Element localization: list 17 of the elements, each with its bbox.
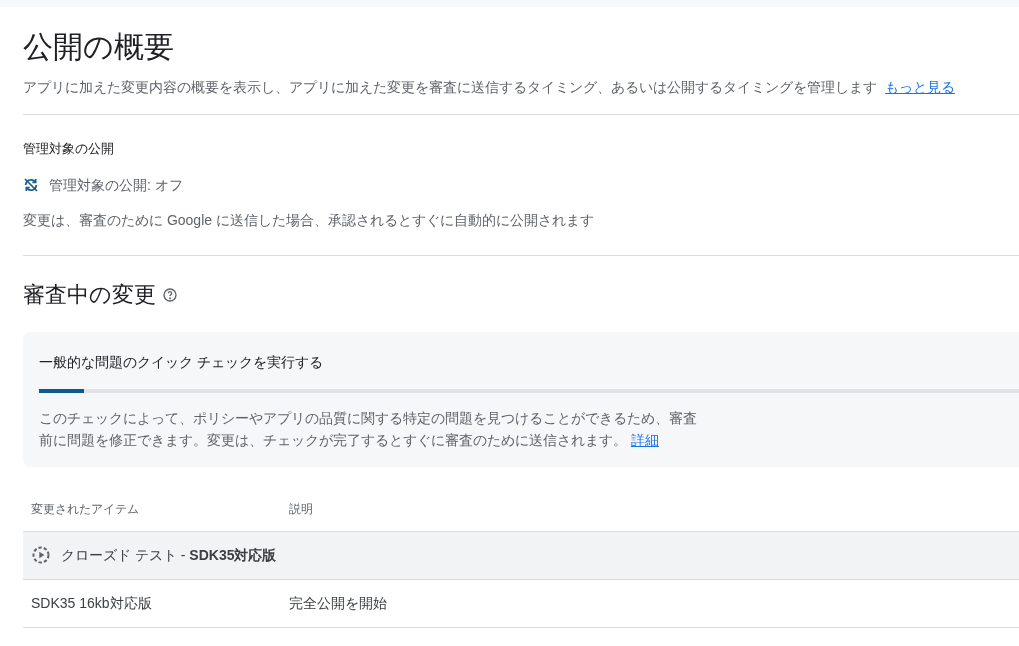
card-description: このチェックによって、ポリシーやアプリの品質に関する特定の問題を見つけることができるため、審査前に問題を修正できます。変更は、チェックが完了するとすぐに審査のために送信されます。 詳細 xyxy=(39,408,698,450)
column-header: 説明 xyxy=(289,500,313,518)
play-circle-icon xyxy=(31,545,51,565)
group-title: クローズド テスト - SDK35対応版 xyxy=(61,545,277,565)
table-cell-text: SDK35 16kb対応版 xyxy=(30,593,153,613)
section-heading: 管理対象の公開 xyxy=(23,140,114,158)
page-title: 公開の概要 xyxy=(23,29,174,65)
status-text: 管理対象の公開: オフ xyxy=(49,175,183,195)
learn-more-link[interactable]: もっと見る xyxy=(885,77,955,98)
card-title: 一般的な問題のクイック チェックを実行する xyxy=(39,352,323,372)
details-link[interactable]: 詳細 xyxy=(630,431,659,448)
info-text: 変更は、審査のために Google に送信した場合、承認されるとすぐに自動的に公開されます xyxy=(23,210,594,230)
column-header: 変更されたアイテム xyxy=(30,500,140,518)
section-title: 審査中の変更 xyxy=(23,280,156,309)
table-cell-text: 完全公開を開始 xyxy=(289,593,387,613)
page-description: アプリに加えた変更内容の概要を表示し、アプリに加えた変更を審査に送信するタイミング、あるいは公開するタイミングを管理します xyxy=(23,78,877,97)
help-icon[interactable] xyxy=(162,286,178,303)
